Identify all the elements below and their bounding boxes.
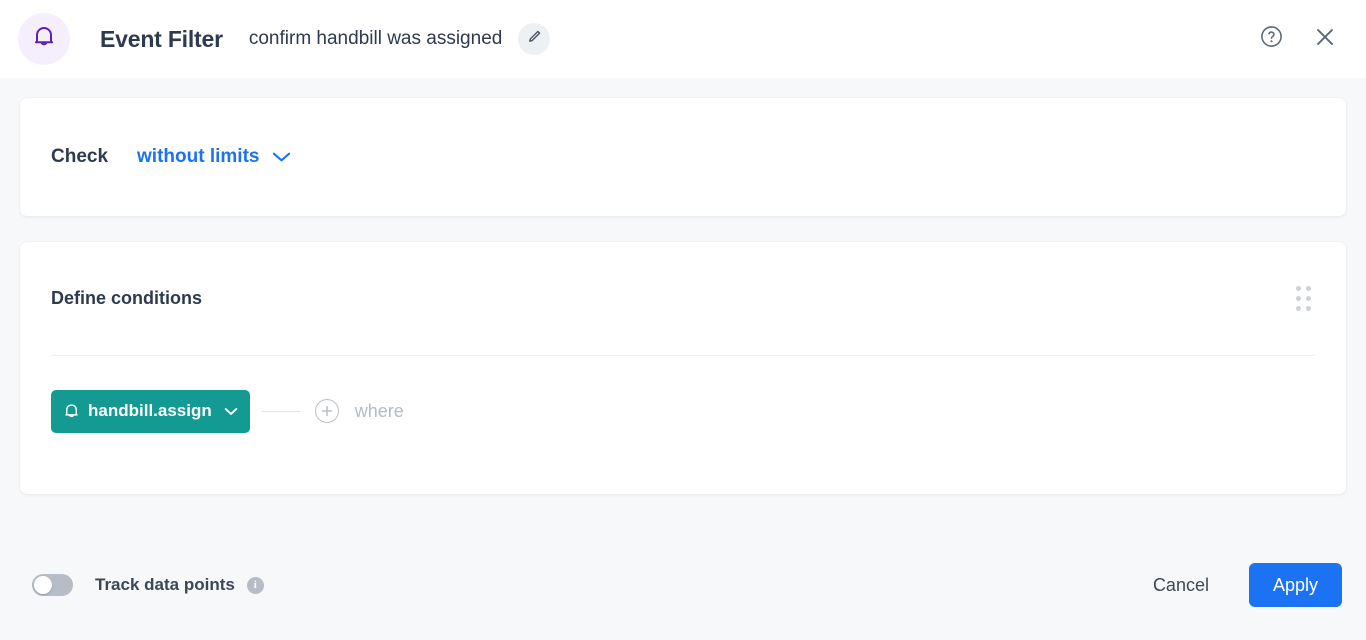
add-condition-button[interactable]: where (315, 399, 404, 423)
conditions-header: Define conditions (51, 242, 1315, 355)
brand-badge (18, 13, 70, 65)
drag-dot (1306, 286, 1311, 291)
cancel-button[interactable]: Cancel (1139, 565, 1223, 606)
filter-name: confirm handbill was assigned (249, 28, 502, 50)
track-data-points-toggle[interactable] (32, 574, 73, 596)
drag-dot (1296, 286, 1301, 291)
add-condition-label: where (355, 401, 404, 422)
page-title: Event Filter (100, 26, 223, 53)
connector-line (262, 411, 300, 412)
help-circle-icon (1259, 24, 1284, 54)
plus-circle-icon (315, 399, 339, 423)
drag-dot (1296, 296, 1301, 301)
dialog-header: Event Filter confirm handbill was assign… (0, 0, 1366, 78)
edit-name-button[interactable] (518, 23, 550, 55)
event-pill[interactable]: handbill.assign (51, 390, 250, 433)
help-button[interactable] (1254, 22, 1288, 56)
bell-icon (64, 403, 79, 420)
condition-row: handbill.assign where (51, 356, 1315, 466)
chevron-down-icon (224, 407, 238, 416)
apply-button[interactable]: Apply (1249, 563, 1342, 607)
conditions-title: Define conditions (51, 288, 202, 309)
bell-icon (33, 25, 55, 54)
event-pill-label: handbill.assign (88, 401, 212, 421)
info-icon[interactable]: i (247, 577, 264, 594)
drag-dot (1296, 306, 1301, 311)
track-data-points-label: Track data points (95, 575, 235, 595)
check-card: Check without limits (20, 98, 1346, 216)
chevron-down-icon (272, 151, 291, 163)
check-label: Check (51, 146, 108, 168)
close-button[interactable] (1308, 22, 1342, 56)
drag-handle-icon[interactable] (1292, 282, 1315, 315)
dialog-footer: Track data points i Cancel Apply (0, 530, 1366, 640)
event-filter-dialog: Event Filter confirm handbill was assign… (0, 0, 1366, 640)
drag-dot (1306, 296, 1311, 301)
dialog-body: Check without limits Define conditions (0, 78, 1366, 530)
check-mode-select[interactable]: without limits (137, 146, 291, 168)
close-icon (1312, 24, 1338, 55)
track-data-points-group: Track data points i (32, 574, 264, 596)
toggle-knob (34, 576, 52, 594)
pencil-icon (527, 29, 542, 49)
check-mode-value: without limits (137, 146, 259, 168)
drag-dot (1306, 306, 1311, 311)
conditions-card: Define conditions (20, 242, 1346, 494)
